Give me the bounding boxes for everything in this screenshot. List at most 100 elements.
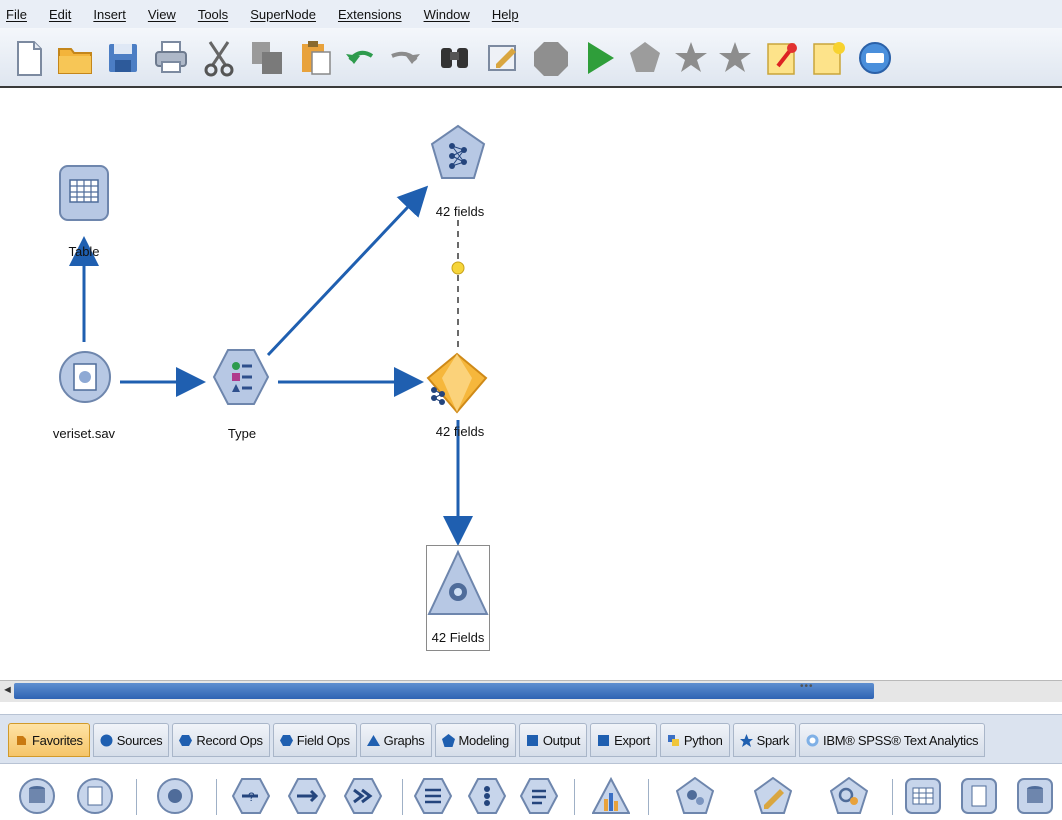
source-node-label: veriset.sav [52, 426, 116, 441]
tab-python-label: Python [683, 732, 723, 748]
tab-graphs[interactable]: Graphs [359, 723, 432, 757]
source-node[interactable] [58, 346, 112, 408]
python-icon [667, 734, 680, 747]
stop-icon[interactable] [532, 38, 570, 78]
open-folder-icon[interactable] [56, 38, 94, 78]
database-icon[interactable] [18, 777, 56, 815]
tab-record-ops[interactable]: Record Ops [172, 723, 270, 757]
database-file-icon [59, 351, 111, 403]
palette-separator [136, 779, 137, 815]
menu-insert[interactable]: Insert [93, 7, 126, 22]
var-file-icon[interactable] [76, 777, 114, 815]
model-nugget-icon [426, 352, 488, 414]
model-nugget-node[interactable] [426, 352, 488, 414]
menu-extensions[interactable]: Extensions [338, 7, 402, 22]
preview-star-icon[interactable] [672, 38, 710, 78]
menu-bar: File Edit Insert View Tools SuperNode Ex… [0, 0, 1062, 28]
filler-icon[interactable] [413, 777, 453, 815]
tab-output-label: Output [542, 732, 581, 748]
paste-icon[interactable] [296, 38, 334, 78]
neural-model-icon [430, 124, 486, 179]
model-top-node[interactable] [430, 124, 486, 182]
palette-separator [892, 779, 893, 815]
field-ops-icon [279, 734, 293, 747]
menu-view[interactable]: View [148, 7, 176, 22]
tab-export[interactable]: Export [590, 723, 657, 757]
tab-sources-label: Sources [116, 732, 163, 748]
tab-field-ops[interactable]: Field Ops [272, 723, 357, 757]
palette-separator [648, 779, 649, 815]
stream-canvas[interactable]: Table veriset.sav Type 42 fields 42 fiel… [0, 90, 1062, 678]
repository-icon[interactable] [856, 38, 894, 78]
select-icon[interactable]: ? [231, 777, 271, 815]
annotation-pin-icon[interactable] [764, 38, 802, 78]
histogram-icon[interactable] [591, 776, 631, 815]
type-node-label: Type [227, 426, 257, 441]
merge-icon[interactable] [343, 777, 383, 815]
spark-icon [739, 733, 753, 747]
tab-sources[interactable]: Sources [92, 723, 170, 757]
export-db-icon[interactable] [1016, 777, 1054, 815]
run-selection-icon[interactable] [626, 38, 664, 78]
menu-supernode[interactable]: SuperNode [250, 7, 316, 22]
tab-modeling[interactable]: Modeling [434, 723, 516, 757]
toolbar [0, 28, 1062, 88]
redo-icon[interactable] [386, 38, 424, 78]
save-icon[interactable] [104, 38, 142, 78]
favorites-icon [15, 734, 28, 747]
tab-field-ops-label: Field Ops [296, 732, 350, 748]
menu-help[interactable]: Help [492, 7, 519, 22]
tab-export-label: Export [614, 732, 650, 748]
favorite-star-icon[interactable] [716, 38, 754, 78]
analysis-node-label: 42 Fields [431, 630, 485, 645]
link-type-to-model-top [266, 185, 429, 357]
tab-spark-label: Spark [756, 732, 790, 748]
cut-icon[interactable] [200, 38, 238, 78]
find-binoculars-icon[interactable] [436, 38, 474, 78]
copy-icon[interactable] [248, 38, 286, 78]
sample-icon[interactable] [287, 777, 327, 815]
scrollbar-thumb[interactable] [14, 683, 874, 699]
model-nugget-label: 42 fields [435, 424, 485, 439]
comment-icon[interactable] [810, 38, 848, 78]
record-ops-icon [179, 734, 193, 747]
table-node[interactable] [58, 162, 110, 224]
palette-tabs: Favorites Sources Record Ops Field Ops G… [0, 714, 1062, 764]
print-icon[interactable] [152, 38, 190, 78]
text-analytics-icon [806, 734, 819, 747]
tab-record-ops-label: Record Ops [196, 732, 263, 748]
menu-window[interactable]: Window [424, 7, 470, 22]
new-file-icon[interactable] [10, 38, 48, 78]
tab-spark[interactable]: Spark [732, 723, 797, 757]
node-palette: ? [0, 765, 1062, 820]
menu-file[interactable]: File [6, 7, 27, 22]
palette-separator [402, 779, 403, 815]
type-node-icon[interactable] [156, 777, 194, 815]
tab-text-analytics[interactable]: IBM® SPSS® Text Analytics [799, 723, 986, 757]
menu-tools[interactable]: Tools [198, 7, 228, 22]
table-icon[interactable] [904, 777, 942, 815]
edit-model-icon[interactable] [753, 776, 793, 815]
tab-favorites-label: Favorites [32, 732, 83, 748]
run-icon[interactable] [580, 38, 618, 78]
type-icon [212, 349, 270, 405]
sources-icon [100, 734, 113, 747]
menu-edit[interactable]: Edit [49, 7, 71, 22]
derive-icon[interactable] [467, 777, 507, 815]
tab-python[interactable]: Python [659, 723, 730, 757]
reclassify-icon[interactable] [519, 777, 559, 815]
analysis-icon[interactable] [960, 777, 998, 815]
canvas-scrollbar[interactable]: ◄ ••• [0, 680, 1062, 702]
tab-output[interactable]: Output [518, 723, 588, 757]
link-model-marker [451, 261, 465, 275]
tab-favorites[interactable]: Favorites [8, 723, 90, 757]
undo-icon[interactable] [342, 38, 380, 78]
type-node[interactable] [212, 346, 270, 408]
tab-text-analytics-label: IBM® SPSS® Text Analytics [823, 732, 979, 748]
auto-model-icon[interactable] [829, 776, 869, 815]
modeling-icon [441, 733, 455, 747]
edit-stream-icon[interactable] [484, 38, 522, 78]
scroll-left-arrow-icon[interactable]: ◄ [2, 684, 13, 696]
splitter-grip-icon[interactable]: ••• [800, 681, 814, 692]
model-icon[interactable] [675, 776, 715, 815]
